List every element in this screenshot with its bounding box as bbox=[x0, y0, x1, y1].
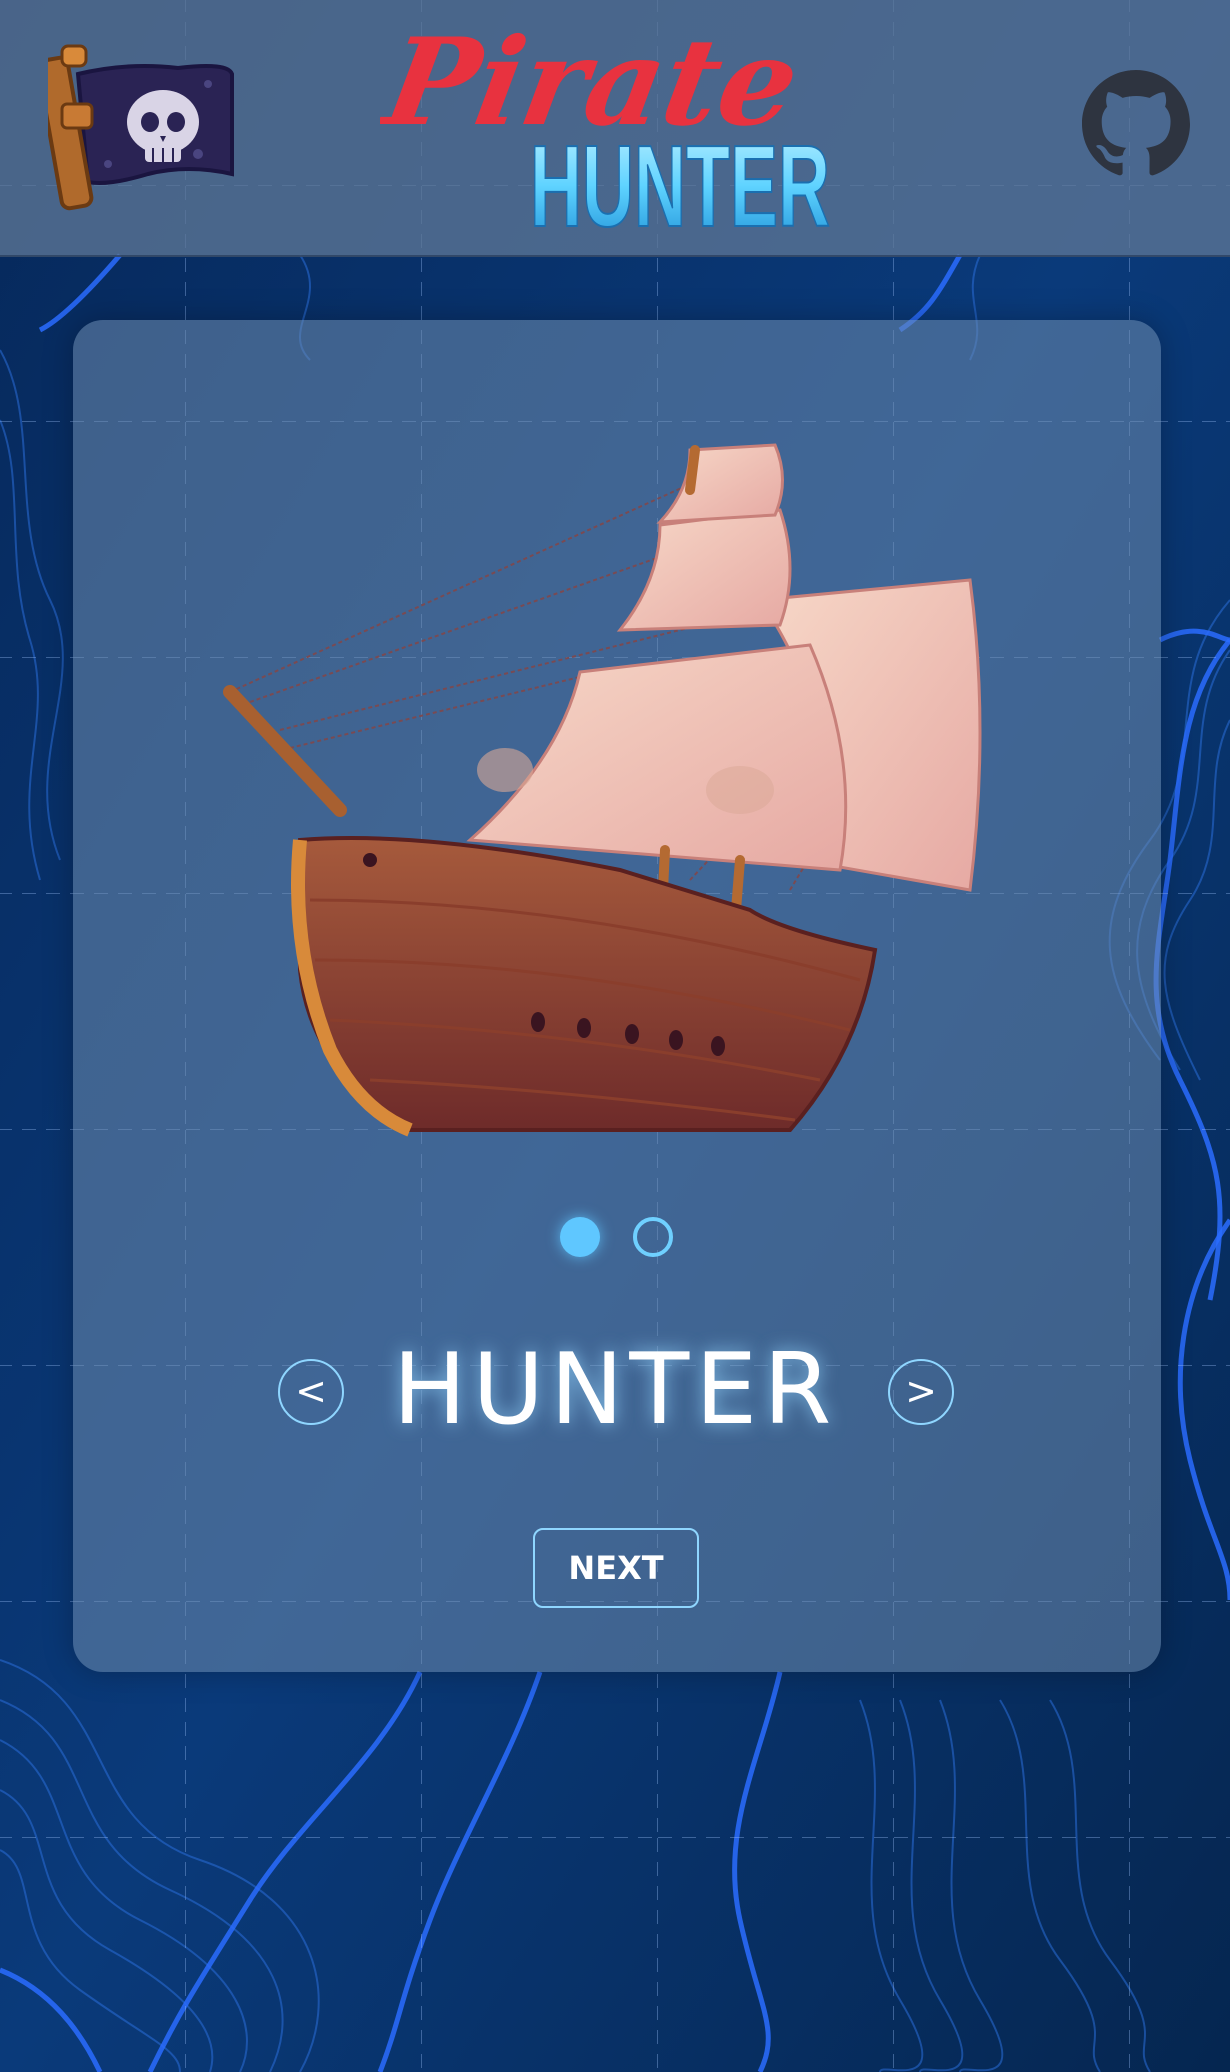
github-icon[interactable] bbox=[1082, 70, 1190, 178]
pirate-hunter-logo: Pirate HUNTER bbox=[380, 14, 831, 244]
top-header: Pirate HUNTER bbox=[0, 0, 1230, 257]
carousel-dot-2[interactable] bbox=[633, 1217, 673, 1257]
carousel-dot-1[interactable] bbox=[560, 1217, 600, 1257]
svg-text:HUNTER: HUNTER bbox=[530, 121, 830, 244]
pirate-ship-image bbox=[223, 443, 982, 1137]
previous-mode-button[interactable]: < bbox=[278, 1359, 344, 1425]
pirate-flag-icon[interactable] bbox=[48, 44, 238, 214]
next-mode-button[interactable]: > bbox=[888, 1359, 954, 1425]
next-button[interactable]: NEXT bbox=[533, 1528, 699, 1608]
mode-name: HUNTER bbox=[392, 1333, 838, 1447]
carousel-pagination bbox=[560, 1215, 680, 1259]
